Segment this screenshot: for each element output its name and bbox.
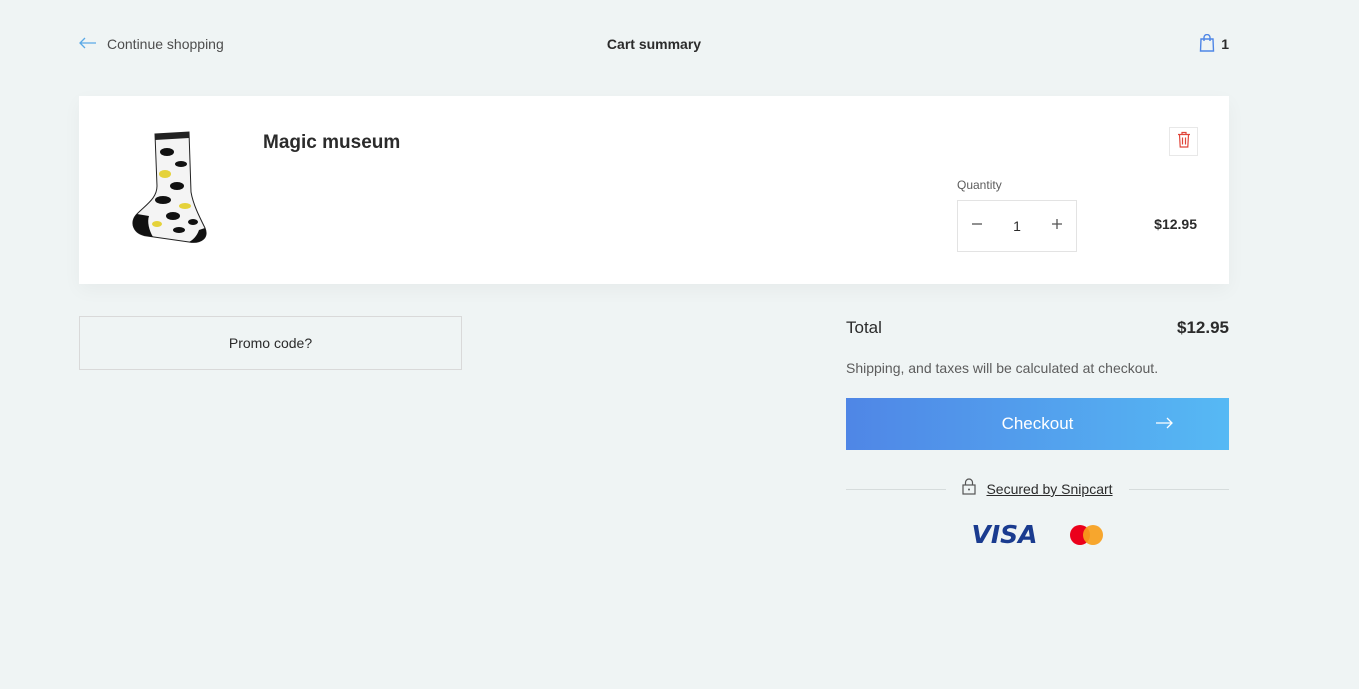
- product-name: Magic museum: [263, 132, 401, 153]
- checkout-label: Checkout: [1001, 414, 1074, 433]
- divider-left: [846, 488, 947, 490]
- increase-quantity-button[interactable]: [1038, 201, 1076, 251]
- plus-icon: [1051, 217, 1063, 235]
- mastercard-logo-icon: [1069, 524, 1104, 546]
- divider-right: [1128, 488, 1230, 490]
- quantity-label: Quantity: [957, 178, 1002, 192]
- total-label: Total: [846, 318, 882, 337]
- decrease-quantity-button[interactable]: [958, 201, 996, 251]
- order-summary: Total $12.95 Shipping, and taxes will be…: [846, 316, 1230, 549]
- cart-button[interactable]: 1: [1199, 30, 1229, 58]
- remove-item-button[interactable]: [1169, 127, 1198, 156]
- shopping-bag-icon: [1199, 33, 1215, 55]
- item-price: $12.95: [1154, 216, 1197, 232]
- page-title: Cart summary: [606, 36, 702, 52]
- total-value: $12.95: [1177, 318, 1229, 337]
- quantity-stepper: 1: [957, 200, 1077, 252]
- header: Continue shopping Cart summary 1: [79, 30, 1229, 58]
- shipping-note: Shipping, and taxes will be calculated a…: [846, 360, 1159, 376]
- total-row: Total $12.95: [846, 316, 1229, 340]
- promo-code-button[interactable]: Promo code?: [79, 316, 462, 370]
- checkout-button[interactable]: Checkout: [846, 398, 1229, 450]
- secured-badge: Secured by Snipcart: [946, 478, 1128, 500]
- trash-icon: [1177, 131, 1191, 153]
- cart-item-card: Magic museum Quantity 1 $12.95: [79, 96, 1229, 284]
- quantity-value[interactable]: 1: [996, 218, 1038, 234]
- secured-by-snipcart-link[interactable]: Secured by Snipcart: [986, 481, 1112, 497]
- payment-methods: VISA: [846, 520, 1229, 549]
- visa-logo-icon: VISA: [971, 520, 1038, 549]
- secured-row: Secured by Snipcart: [846, 478, 1230, 500]
- promo-code-label: Promo code?: [228, 335, 313, 351]
- minus-icon: [971, 217, 983, 235]
- cart-count-badge: 1: [1221, 36, 1229, 52]
- arrow-right-icon: [1155, 414, 1173, 434]
- lock-icon: [962, 478, 977, 500]
- product-image: [127, 130, 211, 244]
